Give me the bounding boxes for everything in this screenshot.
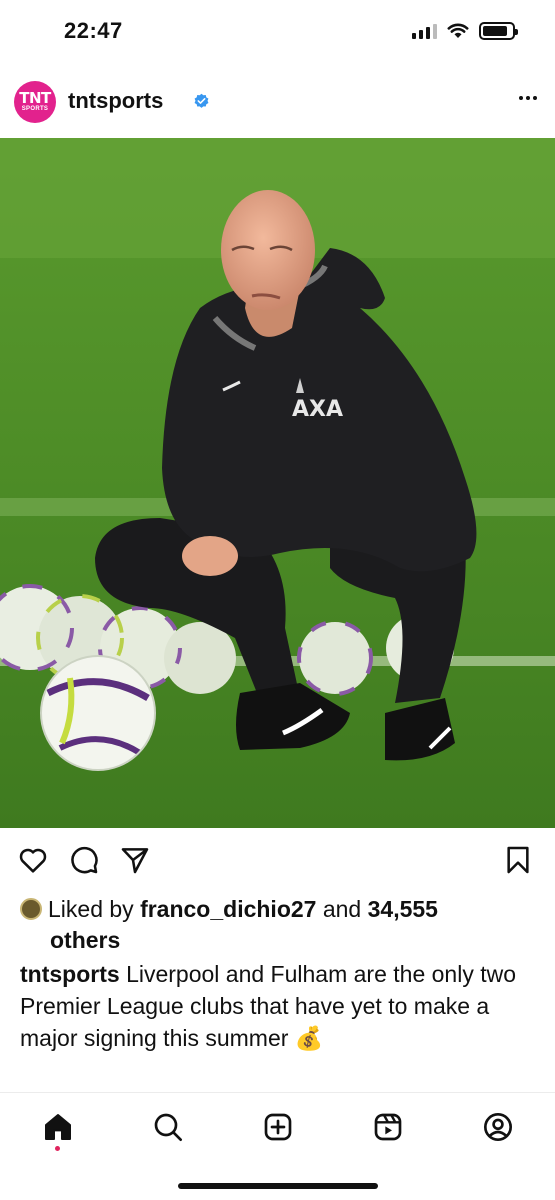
caption-emoji: 💰 [294, 1025, 324, 1051]
heart-icon[interactable] [17, 844, 49, 876]
home-icon[interactable] [38, 1107, 78, 1147]
post-username[interactable]: tntsports [68, 88, 163, 114]
caption-username[interactable]: tntsports [20, 961, 120, 987]
status-icons [412, 22, 518, 40]
status-bar: 22:47 [0, 0, 555, 64]
more-horizontal-icon [519, 96, 523, 100]
share-icon[interactable] [119, 844, 151, 876]
bookmark-icon[interactable] [502, 844, 534, 876]
avatar-logo-text: TNT [19, 89, 51, 107]
status-time: 22:47 [64, 18, 123, 43]
comment-icon[interactable] [68, 844, 100, 876]
likes-count[interactable]: 34,555 [368, 896, 438, 922]
reels-icon[interactable] [368, 1107, 408, 1147]
post-photo: AXA [0, 138, 555, 828]
home-indicator[interactable] [178, 1183, 378, 1189]
profile-icon[interactable] [478, 1107, 518, 1147]
avatar-logo-subtext: SPORTS [21, 106, 49, 112]
battery-icon [479, 22, 518, 40]
caption: tntsports Liverpool and Fulham are the o… [20, 958, 540, 1054]
wifi-icon [447, 23, 469, 38]
post-actions [0, 840, 555, 880]
avatar[interactable]: TNT SPORTS [14, 81, 56, 123]
verified-badge-icon [194, 93, 209, 108]
likes-prefix: Liked by [48, 896, 134, 922]
likes-suffix[interactable]: others [50, 927, 120, 953]
post-header: TNT SPORTS tntsports [0, 64, 555, 138]
home-notification-dot [55, 1146, 60, 1151]
search-icon[interactable] [148, 1107, 188, 1147]
likes-connector: and [322, 896, 362, 922]
post-image[interactable]: AXA [0, 138, 555, 828]
likes-line: Liked by franco_dichio27 and 34,555 othe… [20, 894, 535, 956]
cellular-signal-icon [412, 23, 437, 39]
liker-avatar[interactable] [20, 898, 42, 920]
svg-text:AXA: AXA [292, 397, 343, 422]
create-icon[interactable] [258, 1107, 298, 1147]
liker-username[interactable]: franco_dichio27 [140, 896, 316, 922]
more-options-button[interactable] [519, 96, 537, 100]
